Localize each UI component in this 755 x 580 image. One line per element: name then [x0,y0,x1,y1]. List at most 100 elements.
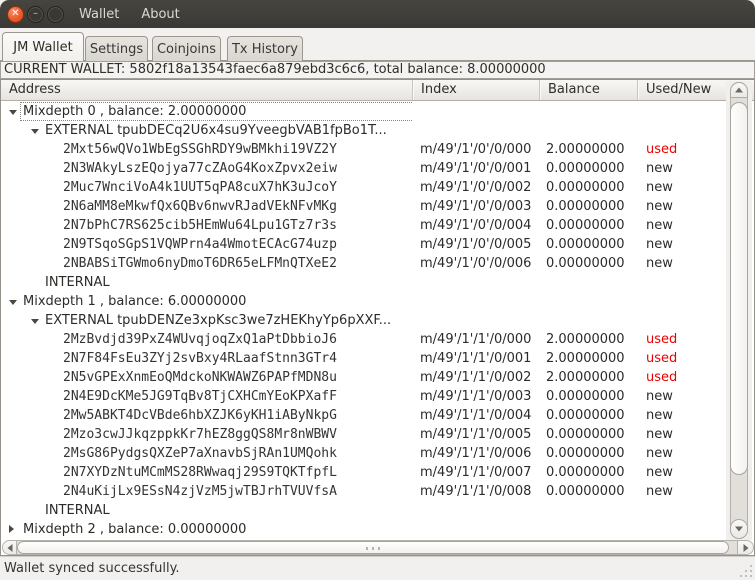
tree-row[interactable]: 2Mzo3cwJJkqzppkKr7hEZ8ggQS8Mr8nWBWV m/49… [1,425,725,444]
tree-row[interactable]: INTERNAL [1,273,725,292]
tree-row[interactable]: 2N9TSqoSGpS1VQWPrn4a4WmotECAcG74uzp m/49… [1,235,725,254]
vertical-scrollbar-thumb[interactable] [730,102,748,475]
tree-row[interactable]: 2MsG86PydgsQXZeP7aXnavbSjRAn1UMQohk m/49… [1,444,725,463]
address-cell: Mixdepth 1 , balance: 6.00000000 [1,292,413,311]
used-new-cell: used [646,370,678,385]
tree-row[interactable]: 2N7bPhC7RS625cib5HEmWu64Lpu1GTz7r3s m/49… [1,216,725,235]
address-cell: 2Mzo3cwJJkqzppkKr7hEZ8ggQS8Mr8nWBWV [1,425,413,444]
address-cell: 2NBABSiTGWmo6nyDmoT6DR65eLFMnQTXeE2 [1,254,413,273]
used-new-cell: new [646,427,673,442]
index-cell [413,102,540,121]
address-cell: EXTERNAL tpubDENZe3xpKsc3we7zHEKhyYp6pXX… [1,311,413,330]
address-cell: INTERNAL [1,273,413,292]
horizontal-scrollbar[interactable] [2,540,754,555]
index-cell: m/49'/1'/0'/0/000 [420,142,532,157]
expander-icon[interactable] [9,525,14,533]
address-text: 2N7bPhC7RS625cib5HEmWu64Lpu1GTz7r3s [63,218,337,233]
balance-cell: 0.00000000 [546,389,625,404]
tree-row[interactable]: 2Mw5ABKT4DcVBde6hbXZJK6yKH1iAByNkpG m/49… [1,406,725,425]
close-icon[interactable]: ✕ [7,5,24,23]
tab-settings[interactable]: Settings [85,36,148,61]
address-cell: Mixdepth 0 , balance: 2.00000000 [1,102,413,121]
address-cell: 2N6aMM8eMkwfQx6QBv6nwvRJadVEkNFvMKg [1,197,413,216]
address-cell: 2Muc7WnciVoA4k1UUT5qPA8cuX7hK3uJcoY [1,178,413,197]
tab-bar: JM Wallet Settings Coinjoins Tx History [0,28,755,61]
used-new-cell [638,121,725,140]
status-bar: Wallet synced successfully. [0,556,755,580]
address-cell: 2MzBvdjd39PxZ4WUvqjoqZxQ1aPtDbbioJ6 [1,330,413,349]
index-cell: m/49'/1'/0'/0/004 [420,218,532,233]
tree-row[interactable]: 2N5vGPExXnmEoQMdckoNKWAWZ6PAPfMDN8u m/49… [1,368,725,387]
address-text: 2Mw5ABKT4DcVBde6hbXZJK6yKH1iAByNkpG [63,408,337,423]
tree-row[interactable]: 2N4E9DcKMe5JG9TqBv8TjCXHCmYEoKPXafF m/49… [1,387,725,406]
index-cell: m/49'/1'/1'/0/003 [420,389,532,404]
index-cell: m/49'/1'/0'/0/003 [420,199,532,214]
vertical-scrollbar[interactable] [726,81,752,540]
expander-icon[interactable] [31,129,39,134]
address-text: 2Mzo3cwJJkqzppkKr7hEZ8ggQS8Mr8nWBWV [63,427,337,442]
used-new-cell: new [646,484,673,499]
tree-row[interactable]: Mixdepth 1 , balance: 6.00000000 [1,292,725,311]
used-new-cell: new [646,180,673,195]
tree-row[interactable]: EXTERNAL tpubDENZe3xpKsc3we7zHEKhyYp6pXX… [1,311,725,330]
balance-cell: 0.00000000 [546,484,625,499]
scroll-left-icon[interactable] [3,541,17,554]
address-cell: 2N7bPhC7RS625cib5HEmWu64Lpu1GTz7r3s [1,216,413,235]
address-cell: 2Mw5ABKT4DcVBde6hbXZJK6yKH1iAByNkpG [1,406,413,425]
used-new-cell: used [646,332,678,347]
column-header-balance[interactable]: Balance [540,80,638,100]
address-text: 2Mxt56wQVo1WbEgSSGhRDY9wBMkhi19VZ2Y [63,142,337,157]
tree-row[interactable]: 2N4uKijLx9ESsN4zjVzM5jwTBJrhTVUVfsA m/49… [1,482,725,501]
tree-row[interactable]: 2N7XYDzNtuMCmMS28RWwaqj29S9TQKTfpfL m/49… [1,463,725,482]
used-new-cell: new [646,389,673,404]
index-cell: m/49'/1'/1'/0/000 [420,332,532,347]
address-text: 2N9TSqoSGpS1VQWPrn4a4WmotECAcG74uzp [63,237,337,252]
resize-grip-icon[interactable] [739,564,753,578]
column-header-index[interactable]: Index [413,80,540,100]
status-message: Wallet synced successfully. [4,561,180,576]
balance-cell: 0.00000000 [546,218,625,233]
balance-cell: 2.00000000 [546,332,625,347]
menu-about[interactable]: About [139,5,181,24]
horizontal-scrollbar-thumb[interactable] [17,541,729,554]
maximize-icon[interactable] [47,5,64,23]
expander-icon[interactable] [9,110,17,115]
scroll-right-icon[interactable] [737,541,753,554]
index-cell: m/49'/1'/0'/0/005 [420,237,532,252]
used-new-cell [638,501,725,520]
scroll-up-icon[interactable] [730,82,748,98]
tree-row[interactable]: 2Muc7WnciVoA4k1UUT5qPA8cuX7hK3uJcoY m/49… [1,178,725,197]
tree-row[interactable]: 2MzBvdjd39PxZ4WUvqjoqZxQ1aPtDbbioJ6 m/49… [1,330,725,349]
tab-jm-wallet[interactable]: JM Wallet [2,32,84,61]
tree-row[interactable]: 2N3WAkyLszEQojya77cZAoG4KoxZpvx2eiw m/49… [1,159,725,178]
column-header-address[interactable]: Address [1,80,413,100]
expander-icon[interactable] [31,319,39,324]
tree-row[interactable]: 2Mxt56wQVo1WbEgSSGhRDY9wBMkhi19VZ2Y m/49… [1,140,725,159]
scroll-down-icon[interactable] [730,519,748,539]
index-cell [413,520,540,539]
balance-cell [540,292,638,311]
address-cell: 2Mxt56wQVo1WbEgSSGhRDY9wBMkhi19VZ2Y [1,140,413,159]
expander-icon[interactable] [9,300,17,305]
used-new-cell: new [646,465,673,480]
used-new-cell: new [646,218,673,233]
tree-row[interactable]: INTERNAL [1,501,725,520]
tree-row[interactable]: 2NBABSiTGWmo6nyDmoT6DR65eLFMnQTXeE2 m/49… [1,254,725,273]
minimize-icon[interactable]: – [27,5,44,23]
tab-coinjoins[interactable]: Coinjoins [152,36,221,61]
tree-row[interactable]: Mixdepth 2 , balance: 0.00000000 [1,520,725,539]
address-text: 2NBABSiTGWmo6nyDmoT6DR65eLFMnQTXeE2 [63,256,337,271]
address-cell: 2N4uKijLx9ESsN4zjVzM5jwTBJrhTVUVfsA [1,482,413,501]
address-cell: 2N7F84FsEu3ZYj2svBxy4RLaafStnn3GTr4 [1,349,413,368]
balance-cell: 0.00000000 [546,446,625,461]
tree-row[interactable]: 2N6aMM8eMkwfQx6QBv6nwvRJadVEkNFvMKg m/49… [1,197,725,216]
tree-row[interactable]: Mixdepth 0 , balance: 2.00000000 [1,102,725,121]
used-new-cell: new [646,161,673,176]
tree-row[interactable]: EXTERNAL tpubDECq2U6x4su9YveegbVAB1fpBo1… [1,121,725,140]
used-new-cell: used [646,142,678,157]
used-new-cell [638,102,725,121]
tree-row[interactable]: 2N7F84FsEu3ZYj2svBxy4RLaafStnn3GTr4 m/49… [1,349,725,368]
tab-tx-history[interactable]: Tx History [227,36,303,61]
menu-wallet[interactable]: Wallet [77,5,121,24]
address-cell: 2N9TSqoSGpS1VQWPrn4a4WmotECAcG74uzp [1,235,413,254]
